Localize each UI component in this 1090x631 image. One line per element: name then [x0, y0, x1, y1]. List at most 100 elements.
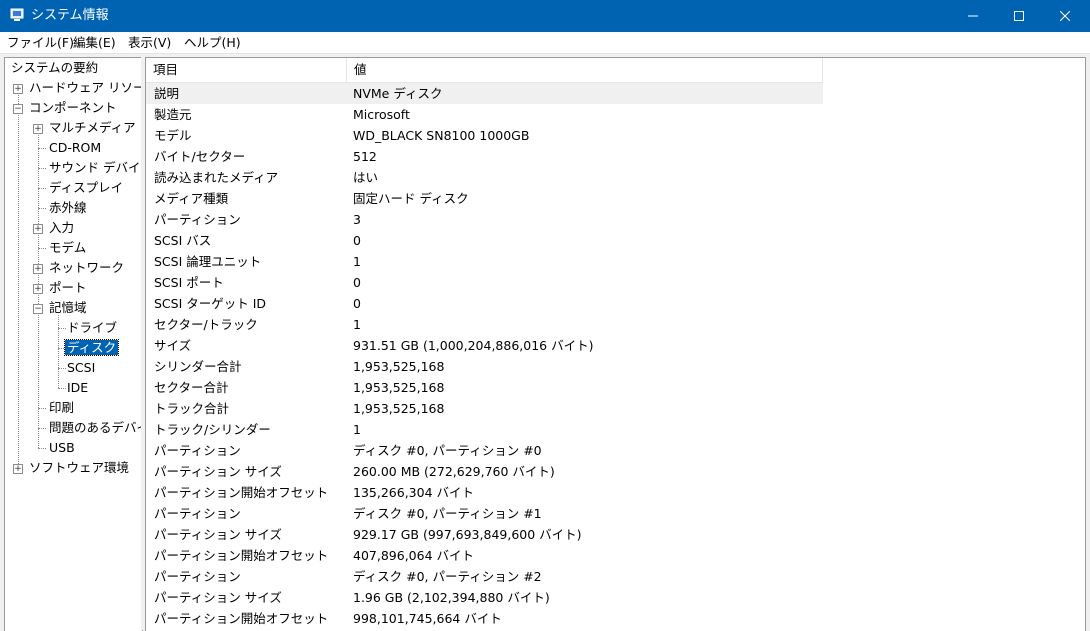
tree-connector [58, 315, 59, 388]
table-row[interactable]: メディア種類 固定ハード ディスク [146, 188, 823, 209]
value-cell: WD_BLACK SN8100 1000GB [353, 128, 530, 143]
menu-view[interactable]: 表示(V) [128, 35, 171, 50]
tree-item-drives[interactable]: ドライブ [65, 319, 119, 337]
table-row[interactable]: パーティション ディスク #0, パーティション #2 [146, 566, 823, 587]
table-row[interactable]: サイズ 931.51 GB (1,000,204,886,016 バイト) [146, 335, 823, 356]
tree-connector [38, 408, 46, 409]
tree-item-cd-rom[interactable]: CD-ROM [47, 139, 103, 157]
value-cell: ディスク #0, パーティション #0 [353, 443, 542, 458]
category-tree[interactable]: システムの要約 + ハードウェア リソース − コンポーネント + マルチメディ… [4, 57, 143, 631]
value-cell: 1 [353, 254, 361, 269]
tree-item-software-environment[interactable]: ソフトウェア環境 [27, 459, 131, 477]
table-row[interactable]: セクター合計 1,953,525,168 [146, 377, 823, 398]
table-row[interactable]: SCSI 論理ユニット 1 [146, 251, 823, 272]
tree-item-input[interactable]: 入力 [47, 219, 76, 237]
table-row[interactable]: トラック/シリンダー 1 [146, 419, 823, 440]
tree-item-system-summary[interactable]: システムの要約 [9, 59, 100, 77]
tree-item-infrared[interactable]: 赤外線 [47, 199, 89, 217]
expand-icon[interactable]: + [33, 124, 43, 134]
tree-item-problem-devices[interactable]: 問題のあるデバイス [47, 419, 142, 437]
expand-icon[interactable]: + [33, 224, 43, 234]
menu-edit[interactable]: 編集(E) [73, 35, 116, 50]
item-cell: トラック合計 [154, 401, 230, 416]
tree-connector [38, 448, 46, 449]
expand-icon[interactable]: + [33, 284, 43, 294]
item-cell: サイズ [154, 338, 192, 353]
menu-file[interactable]: ファイル(F) [7, 35, 74, 50]
table-row[interactable]: パーティション ディスク #0, パーティション #0 [146, 440, 823, 461]
table-row[interactable]: パーティション 3 [146, 209, 823, 230]
table-row[interactable]: SCSI バス 0 [146, 230, 823, 251]
maximize-icon [1014, 11, 1024, 21]
table-row[interactable]: パーティション サイズ 929.17 GB (997,693,849,600 バイ… [146, 524, 823, 545]
tree-item-ide[interactable]: IDE [65, 379, 90, 397]
item-cell: 読み込まれたメディア [154, 170, 279, 185]
table-row[interactable]: パーティション開始オフセット 135,266,304 バイト [146, 482, 823, 503]
tree-item-network[interactable]: ネットワーク [47, 259, 126, 277]
item-cell: パーティション サイズ [154, 527, 282, 542]
item-cell: SCSI バス [154, 233, 212, 248]
tree-item-display[interactable]: ディスプレイ [47, 179, 125, 197]
table-row[interactable]: モデル WD_BLACK SN8100 1000GB [146, 125, 823, 146]
item-cell: 説明 [154, 86, 180, 101]
tree-item-components[interactable]: コンポーネント [27, 99, 119, 117]
table-row[interactable]: バイト/セクター 512 [146, 146, 823, 167]
item-cell: パーティション開始オフセット [154, 548, 329, 563]
tree-item-scsi[interactable]: SCSI [65, 359, 97, 377]
table-row[interactable]: 説明 NVMe ディスク [146, 83, 823, 104]
tree-connector [18, 88, 19, 468]
item-cell: バイト/セクター [154, 149, 246, 164]
tree-item-storage[interactable]: 記憶域 [47, 299, 89, 317]
menu-bar: ファイル(F) 編集(E) 表示(V) ヘルプ(H) [0, 32, 1090, 54]
tree-item-disks[interactable]: ディスク [63, 339, 120, 357]
table-row[interactable]: セクター/トラック 1 [146, 314, 823, 335]
tree-item-modem[interactable]: モデム [47, 239, 88, 257]
table-row[interactable]: パーティション サイズ 260.00 MB (272,629,760 バイト) [146, 461, 823, 482]
minimize-button[interactable] [950, 0, 996, 32]
system-information-icon [10, 8, 24, 21]
table-row[interactable]: パーティション ディスク #0, パーティション #1 [146, 503, 823, 524]
table-row[interactable]: SCSI ポート 0 [146, 272, 823, 293]
table-row[interactable]: 読み込まれたメディア はい [146, 167, 823, 188]
expand-icon[interactable]: + [33, 264, 43, 274]
minimize-icon [968, 15, 978, 17]
tree-item-hardware-resources[interactable]: ハードウェア リソース [27, 79, 142, 97]
table-row[interactable]: 製造元 Microsoft [146, 104, 823, 125]
menu-help[interactable]: ヘルプ(H) [184, 35, 241, 50]
value-cell: 929.17 GB (997,693,849,600 バイト) [353, 527, 582, 542]
item-cell: パーティション開始オフセット [154, 485, 329, 500]
tree-item-ports[interactable]: ポート [47, 279, 89, 297]
column-divider[interactable] [822, 58, 823, 82]
value-cell: 931.51 GB (1,000,204,886,016 バイト) [353, 338, 594, 353]
item-cell: メディア種類 [154, 191, 229, 206]
collapse-icon[interactable]: − [33, 304, 43, 314]
item-cell: SCSI ポート [154, 275, 224, 290]
value-cell: はい [353, 170, 379, 185]
tree-item-printing[interactable]: 印刷 [47, 399, 76, 417]
title-bar: システム情報 [0, 0, 1090, 32]
table-row[interactable]: SCSI ターゲット ID 0 [146, 293, 823, 314]
table-row[interactable]: シリンダー合計 1,953,525,168 [146, 356, 823, 377]
tree-connector [38, 248, 46, 249]
detail-list[interactable]: 項目 値 説明 NVMe ディスク 製造元 Microsoft モデル WD_BLACK … [145, 57, 1086, 631]
expand-icon[interactable]: + [13, 84, 23, 94]
close-button[interactable] [1042, 0, 1088, 32]
tree-item-multimedia[interactable]: マルチメディア [47, 119, 138, 137]
table-row[interactable]: トラック合計 1,953,525,168 [146, 398, 823, 419]
tree-connector [38, 148, 46, 149]
expand-icon[interactable]: + [13, 464, 23, 474]
value-cell: 0 [353, 275, 361, 290]
table-row[interactable]: パーティション サイズ 1.96 GB (2,102,394,880 バイト) [146, 587, 823, 608]
tree-connector [38, 428, 46, 429]
table-row[interactable]: パーティション開始オフセット 407,896,064 バイト [146, 545, 823, 566]
value-cell: 3 [353, 212, 361, 227]
collapse-icon[interactable]: − [13, 104, 23, 114]
table-row[interactable]: パーティション開始オフセット 998,101,745,664 バイト [146, 608, 823, 629]
column-header-item[interactable]: 項目 [146, 58, 346, 82]
column-header-value[interactable]: 値 [347, 58, 822, 82]
value-cell: ディスク #0, パーティション #1 [353, 506, 542, 521]
maximize-button[interactable] [996, 0, 1042, 32]
tree-item-sound-device[interactable]: サウンド デバイス [47, 159, 142, 177]
tree-item-usb[interactable]: USB [47, 439, 77, 457]
value-cell: 260.00 MB (272,629,760 バイト) [353, 464, 555, 479]
